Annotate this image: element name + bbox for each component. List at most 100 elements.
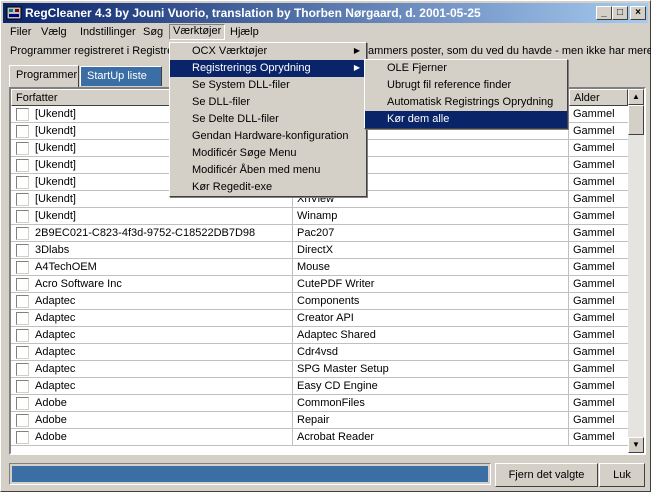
author-text: 3Dlabs: [35, 244, 70, 256]
menu-item-modify-open-with[interactable]: Modificér Åben med menu: [170, 162, 366, 179]
row-checkbox[interactable]: [16, 159, 29, 172]
submenu-item-unused-file-finder[interactable]: Ubrugt fil reference finder: [365, 77, 567, 94]
menu-item-dll[interactable]: Se DLL-filer: [170, 94, 366, 111]
title-bar[interactable]: RegCleaner 4.3 by Jouni Vuorio, translat…: [3, 3, 648, 23]
menu-item-restore-hardware[interactable]: Gendan Hardware-konfiguration: [170, 128, 366, 145]
submenu-item-run-all[interactable]: Kør dem alle: [365, 111, 567, 128]
table-row[interactable]: Adobe Repair Gammel: [11, 412, 628, 429]
author-text: Adaptec: [35, 363, 76, 375]
row-checkbox[interactable]: [16, 244, 29, 257]
author-text: Adaptec: [35, 380, 76, 392]
row-checkbox[interactable]: [16, 312, 29, 325]
table-row[interactable]: Adobe CommonFiles Gammel: [11, 395, 628, 412]
table-row[interactable]: Adaptec SPG Master Setup Gammel: [11, 361, 628, 378]
row-checkbox[interactable]: [16, 397, 29, 410]
row-checkbox[interactable]: [16, 431, 29, 444]
table-row[interactable]: Adobe Acrobat Reader Gammel: [11, 429, 628, 446]
age-cell: Gammel: [573, 193, 615, 205]
age-cell: Gammel: [573, 414, 615, 426]
author-cell: Adaptec: [11, 361, 293, 378]
row-checkbox[interactable]: [16, 227, 29, 240]
info-text: Programmer registreret i Registrei: [10, 45, 176, 57]
author-text: Acro Software Inc: [35, 278, 122, 290]
maximize-button[interactable]: □: [612, 6, 628, 20]
row-checkbox[interactable]: [16, 380, 29, 393]
author-text: [Ukendt]: [35, 193, 76, 205]
table-row[interactable]: Adaptec Creator API Gammel: [11, 310, 628, 327]
table-row[interactable]: Adaptec Components Gammel: [11, 293, 628, 310]
author-cell: [Ukendt]: [11, 208, 293, 225]
author-text: A4TechOEM: [35, 261, 97, 273]
row-checkbox[interactable]: [16, 414, 29, 427]
table-row[interactable]: [Ukendt] Winamp Gammel: [11, 208, 628, 225]
program-cell: Adaptec Shared: [293, 327, 569, 344]
scroll-down-icon[interactable]: ▼: [628, 437, 644, 453]
minimize-icon: _: [601, 7, 607, 18]
row-checkbox[interactable]: [16, 295, 29, 308]
row-checkbox[interactable]: [16, 108, 29, 121]
table-row[interactable]: Adaptec Cdr4vsd Gammel: [11, 344, 628, 361]
row-checkbox[interactable]: [16, 329, 29, 342]
submenu-item-auto-cleanup[interactable]: Automatisk Registrings Oprydning: [365, 94, 567, 111]
program-cell: Mouse: [293, 259, 569, 276]
column-header-age[interactable]: Alder: [569, 89, 628, 106]
row-checkbox[interactable]: [16, 261, 29, 274]
menu-item-registry-cleanup-label: Registrerings Oprydning: [192, 62, 311, 74]
scroll-thumb[interactable]: [628, 105, 644, 135]
row-checkbox[interactable]: [16, 346, 29, 359]
row-checkbox[interactable]: [16, 176, 29, 189]
program-cell: CutePDF Writer: [293, 276, 569, 293]
row-checkbox[interactable]: [16, 210, 29, 223]
author-cell: Adobe: [11, 412, 293, 429]
minimize-button[interactable]: _: [596, 6, 612, 20]
remove-selected-button[interactable]: Fjern det valgte: [495, 463, 598, 487]
menu-soeg[interactable]: Søg: [143, 25, 163, 41]
status-progress: [12, 466, 488, 482]
menu-indstillinger[interactable]: Indstillinger: [80, 25, 136, 41]
table-row[interactable]: 3Dlabs DirectX Gammel: [11, 242, 628, 259]
menu-item-ocx-tools[interactable]: OCX Værktøjer ▶: [170, 43, 366, 60]
author-text: Adobe: [35, 414, 67, 426]
maximize-icon: □: [616, 7, 624, 18]
menu-item-ocx-tools-label: OCX Værktøjer: [192, 45, 268, 57]
author-cell: Adaptec: [11, 344, 293, 361]
menu-item-shared-dll[interactable]: Se Delte DLL-filer: [170, 111, 366, 128]
author-text: [Ukendt]: [35, 142, 76, 154]
menu-item-registry-cleanup[interactable]: Registrerings Oprydning ▶: [170, 60, 366, 77]
author-text: [Ukendt]: [35, 108, 76, 120]
menu-vaerktoejer[interactable]: Værktøjer: [169, 24, 226, 40]
table-row[interactable]: Adaptec Adaptec Shared Gammel: [11, 327, 628, 344]
tab-programmer[interactable]: Programmer: [9, 65, 79, 87]
close-button[interactable]: ×: [630, 6, 646, 20]
program-cell: CommonFiles: [293, 395, 569, 412]
table-row[interactable]: Adaptec Easy CD Engine Gammel: [11, 378, 628, 395]
scroll-up-icon[interactable]: ▲: [628, 89, 644, 105]
row-checkbox[interactable]: [16, 125, 29, 138]
submenu-item-ole-remover[interactable]: OLE Fjerner: [365, 60, 567, 77]
menu-filer[interactable]: Filer: [10, 25, 31, 41]
menu-item-run-regedit[interactable]: Kør Regedit-exe: [170, 179, 366, 196]
author-text: [Ukendt]: [35, 125, 76, 137]
row-checkbox[interactable]: [16, 193, 29, 206]
vertical-scrollbar[interactable]: ▲ ▼: [628, 89, 644, 453]
table-row[interactable]: A4TechOEM Mouse Gammel: [11, 259, 628, 276]
row-checkbox[interactable]: [16, 363, 29, 376]
age-cell: Gammel: [573, 125, 615, 137]
menu-item-system-dll[interactable]: Se System DLL-filer: [170, 77, 366, 94]
author-text: [Ukendt]: [35, 210, 76, 222]
tab-startup[interactable]: StartUp liste: [80, 66, 162, 86]
author-cell: A4TechOEM: [11, 259, 293, 276]
menu-item-modify-search[interactable]: Modificér Søge Menu: [170, 145, 366, 162]
menu-vaelg[interactable]: Vælg: [41, 25, 67, 41]
author-text: Adaptec: [35, 312, 76, 324]
row-checkbox[interactable]: [16, 142, 29, 155]
author-cell: Adaptec: [11, 327, 293, 344]
info-text-continued: ammers poster, som du ved du havde - men…: [368, 45, 651, 57]
table-row[interactable]: Acro Software Inc CutePDF Writer Gammel: [11, 276, 628, 293]
close-app-button[interactable]: Luk: [599, 463, 645, 487]
row-checkbox[interactable]: [16, 278, 29, 291]
status-bar: [9, 463, 491, 485]
window-title: RegCleaner 4.3 by Jouni Vuorio, translat…: [25, 6, 481, 20]
table-row[interactable]: 2B9EC021-C823-4f3d-9752-C18522DB7D98 Pac2…: [11, 225, 628, 242]
menu-hjaelp[interactable]: Hjælp: [230, 25, 259, 41]
